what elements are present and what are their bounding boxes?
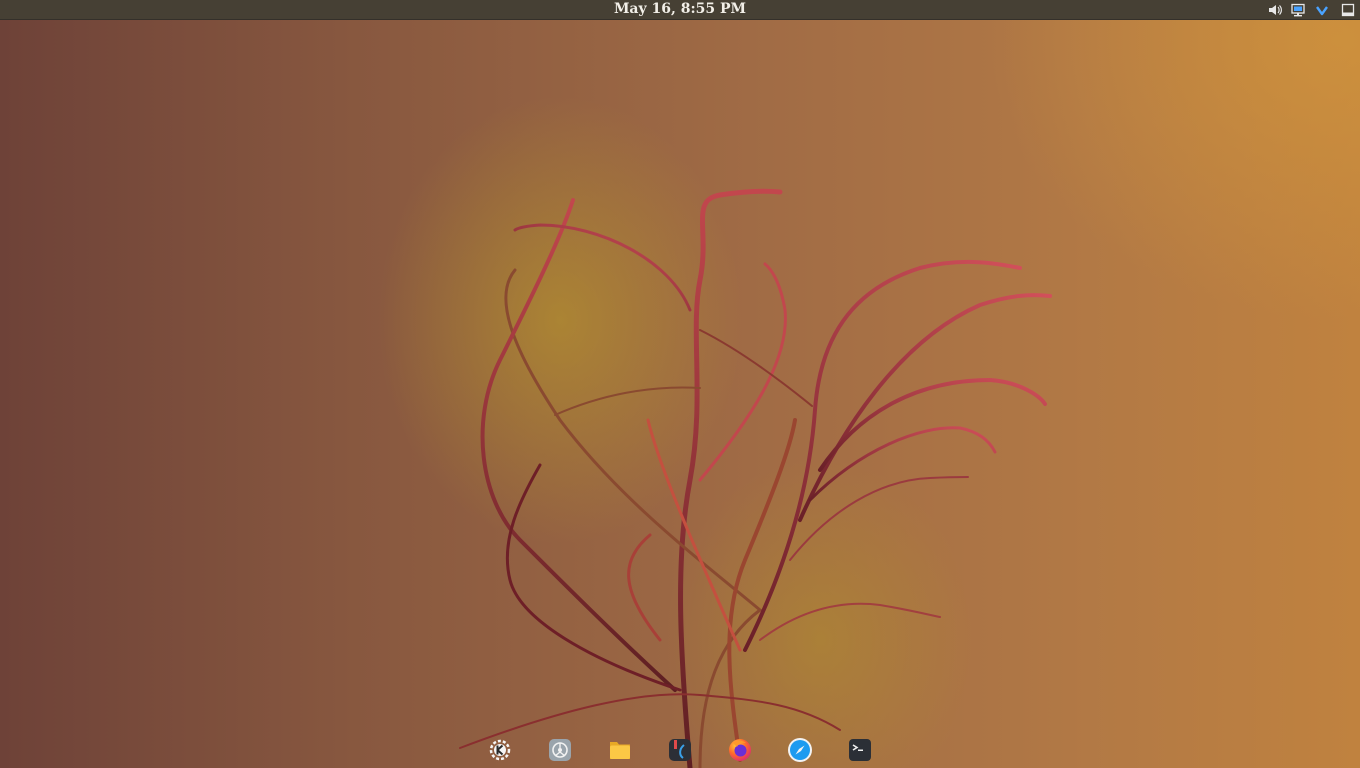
firefox-icon [729, 739, 751, 761]
dock [470, 732, 890, 768]
show-desktop-icon[interactable] [1340, 2, 1356, 18]
system-settings[interactable] [546, 736, 574, 764]
file-manager[interactable] [606, 736, 634, 764]
network-icon[interactable] [1290, 2, 1306, 18]
kde-logo-icon [489, 739, 511, 761]
kdevelop[interactable] [666, 736, 694, 764]
wallpaper-grass-art [459, 188, 1052, 768]
terminal[interactable] [846, 736, 874, 764]
ide-icon [669, 739, 691, 761]
folder-icon [610, 742, 630, 759]
kde-plasma-launcher[interactable] [486, 736, 514, 764]
terminal-icon [849, 739, 871, 761]
settings-gear-icon [549, 739, 571, 761]
web-browser[interactable] [786, 736, 814, 764]
top-panel: May 16, 8:55 PM [0, 0, 1360, 20]
desktop-background [0, 0, 1360, 768]
volume-icon[interactable] [1267, 2, 1283, 18]
clock[interactable]: May 16, 8:55 PM [0, 0, 1360, 20]
compass-icon [788, 738, 812, 762]
notifications-icon[interactable] [1314, 2, 1330, 18]
firefox[interactable] [726, 736, 754, 764]
